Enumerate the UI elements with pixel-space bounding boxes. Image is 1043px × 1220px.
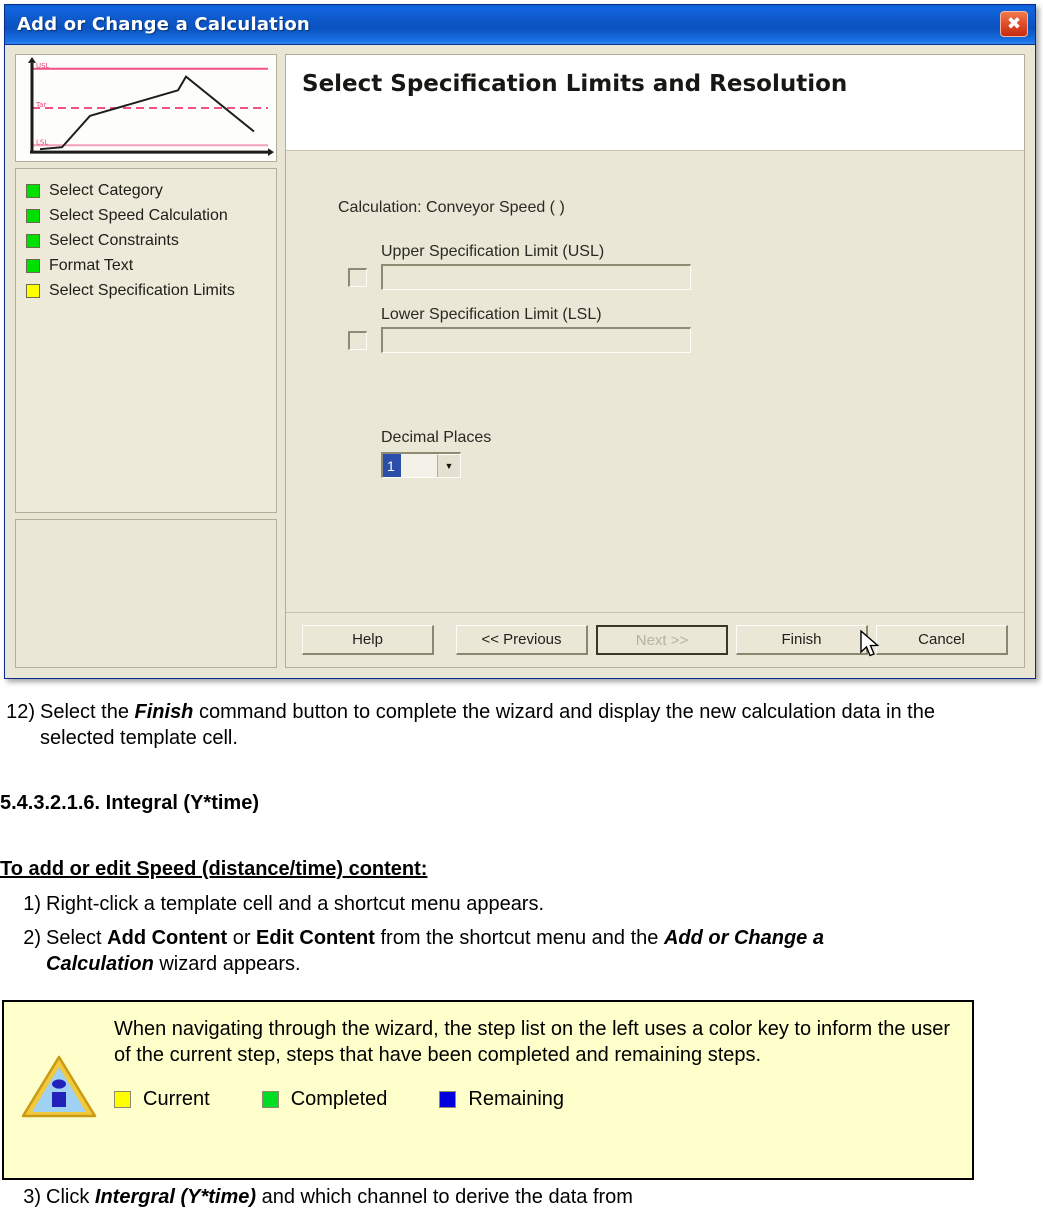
info-triangle-icon: [21, 1055, 97, 1118]
procedure-list: 1) Right-click a template cell and a sho…: [0, 892, 1043, 977]
legend-label: Current: [143, 1088, 210, 1110]
text-part: Right-click a template cell and a shortc…: [46, 893, 545, 916]
text-part-bold: Add Content: [107, 926, 228, 949]
cancel-button[interactable]: Cancel: [876, 625, 1008, 655]
decimal-places-field: [401, 454, 437, 477]
document-text-after-note: 3) Click Intergral (Y*time) and which ch…: [0, 1186, 1043, 1211]
finish-button[interactable]: Finish: [736, 625, 868, 655]
list-item-step-3: 3) Click Intergral (Y*time) and which ch…: [0, 1186, 1043, 1209]
step3-bold: Intergral (Y*time): [94, 1186, 257, 1208]
step3-prefix: Click: [46, 1186, 95, 1208]
note-body: When navigating through the wizard, the …: [114, 1002, 972, 1111]
preview-thumbnail: USL Tar LSL: [15, 54, 277, 162]
step-item-select-category[interactable]: Select Category: [26, 178, 268, 203]
legend-label: Completed: [290, 1088, 388, 1110]
lsl-label: Lower Specification Limit (LSL): [381, 306, 602, 323]
step-status-swatch: [26, 233, 40, 248]
legend-label: Remaining: [468, 1088, 565, 1110]
wizard-left-column: USL Tar LSL Select Category Select Speed…: [15, 54, 277, 668]
legend-swatch-current: [114, 1091, 131, 1108]
list-item-step-12: 12) Select the Finish command button to …: [0, 700, 1043, 751]
step-item-format-text[interactable]: Format Text: [26, 253, 268, 278]
previous-button[interactable]: << Previous: [456, 625, 588, 655]
usl-field-group: Upper Specification Limit (USL): [338, 243, 1024, 290]
help-button[interactable]: Help: [302, 625, 434, 655]
usl-input[interactable]: [381, 264, 691, 290]
text-part: from the shortcut menu and the: [374, 926, 664, 949]
lsl-input[interactable]: [381, 327, 691, 353]
step-status-swatch: [26, 183, 40, 198]
step-label: Select Category: [49, 181, 163, 199]
text-part: wizard appears.: [153, 952, 301, 975]
decimal-places-value: 1: [383, 454, 401, 477]
step-label: Select Constraints: [49, 231, 179, 249]
lsl-field-group: Lower Specification Limit (LSL): [338, 306, 1024, 353]
list-number: 3): [23, 1186, 41, 1208]
step3-suffix: and which channel to derive the data fro…: [256, 1186, 633, 1208]
close-icon[interactable]: ✖: [1000, 11, 1028, 37]
panel-content: Calculation: Conveyor Speed ( ) Upper Sp…: [286, 151, 1024, 612]
decimal-places-group: Decimal Places 1 ▼: [381, 429, 1024, 478]
legend-item-completed: Completed: [261, 1088, 388, 1111]
chevron-down-icon[interactable]: ▼: [437, 454, 460, 477]
info-note-box: When navigating through the wizard, the …: [2, 1000, 974, 1180]
step12-bold: Finish: [134, 701, 194, 723]
dialog-title: Add or Change a Calculation: [17, 14, 310, 35]
list-number: 12): [6, 701, 35, 723]
calculation-label: Calculation: Conveyor Speed ( ): [338, 199, 565, 216]
list-number: 2): [23, 926, 41, 949]
decimal-places-dropdown[interactable]: 1 ▼: [381, 452, 461, 478]
step-label: Select Specification Limits: [49, 281, 235, 299]
document-text: 12) Select the Finish command button to …: [0, 700, 1043, 985]
wizard-step-list: Select Category Select Speed Calculation…: [15, 168, 277, 513]
legend-item-remaining: Remaining: [439, 1088, 564, 1111]
list-text: Select Add Content or Edit Content from …: [46, 926, 1043, 977]
preview-chart: USL Tar LSL: [18, 57, 274, 159]
list-text: Select the Finish command button to comp…: [40, 700, 1043, 751]
svg-text:Tar: Tar: [35, 101, 46, 109]
step-item-select-constraints[interactable]: Select Constraints: [26, 228, 268, 253]
list-text: Right-click a template cell and a shortc…: [46, 892, 1043, 918]
panel-title: Select Specification Limits and Resoluti…: [302, 71, 848, 97]
text-part: or: [227, 926, 257, 949]
add-or-change-calculation-dialog: Add or Change a Calculation ✖ USL Tar LS…: [4, 4, 1036, 679]
svg-text:USL: USL: [36, 62, 50, 70]
dialog-body: USL Tar LSL Select Category Select Speed…: [5, 45, 1035, 678]
step12-prefix: Select the: [40, 701, 135, 723]
legend-swatch-completed: [261, 1091, 279, 1108]
color-key-legend: Current Completed Remaining: [114, 1088, 958, 1111]
list-item: 1) Right-click a template cell and a sho…: [0, 892, 1043, 918]
dialog-titlebar[interactable]: Add or Change a Calculation ✖: [5, 5, 1035, 45]
section-heading: 5.4.3.2.1.6. Integral (Y*time): [0, 792, 259, 815]
text-part: Select: [46, 926, 108, 949]
panel-header: Select Specification Limits and Resoluti…: [286, 55, 1024, 151]
wizard-right-panel: Select Specification Limits and Resoluti…: [285, 54, 1025, 668]
procedure-heading: To add or edit Speed (distance/time) con…: [0, 857, 428, 880]
legend-swatch-remaining: [439, 1091, 457, 1108]
list-text: Click Intergral (Y*time) and which chann…: [46, 1186, 1043, 1209]
note-icon-cell: [4, 1002, 114, 1120]
wizard-button-bar: Help << Previous Next >> Finish Cancel: [286, 612, 1024, 667]
text-part-bold: Edit Content: [256, 926, 375, 949]
decimal-places-label: Decimal Places: [381, 429, 492, 446]
step-status-swatch: [26, 283, 40, 298]
step-status-swatch: [26, 258, 40, 273]
usl-checkbox[interactable]: [348, 268, 367, 287]
list-item: 2) Select Add Content or Edit Content fr…: [0, 926, 1043, 977]
step-label: Format Text: [49, 256, 134, 274]
left-blank-panel: [15, 519, 277, 668]
usl-label: Upper Specification Limit (USL): [381, 243, 605, 260]
step-item-select-speed-calculation[interactable]: Select Speed Calculation: [26, 203, 268, 228]
step-label: Select Speed Calculation: [49, 206, 228, 224]
legend-item-current: Current: [114, 1088, 210, 1111]
list-number: 1): [23, 893, 41, 916]
step-status-swatch: [26, 208, 40, 223]
svg-text:LSL: LSL: [36, 138, 48, 146]
next-button: Next >>: [596, 625, 728, 655]
step-item-select-specification-limits[interactable]: Select Specification Limits: [26, 278, 268, 303]
lsl-checkbox[interactable]: [348, 331, 367, 350]
note-text: When navigating through the wizard, the …: [114, 1018, 951, 1066]
